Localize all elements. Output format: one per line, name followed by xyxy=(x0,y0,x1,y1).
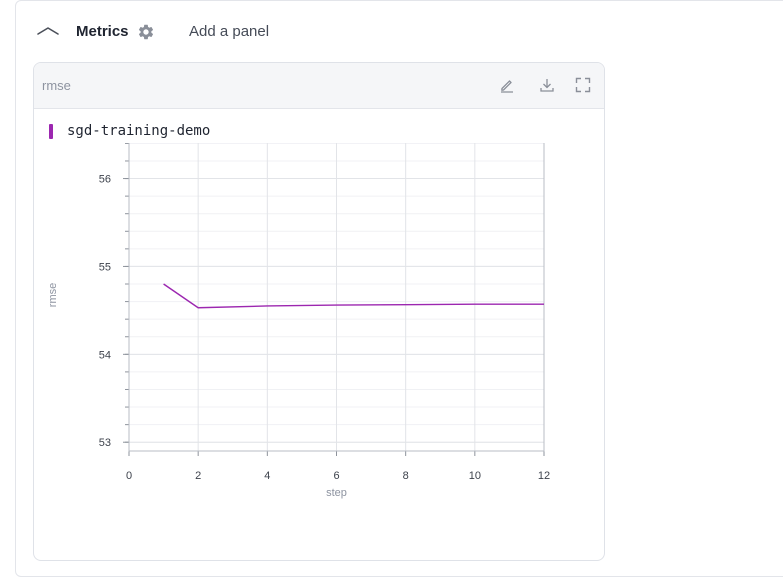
y-tick-label: 56 xyxy=(99,174,111,186)
x-tick-label: 10 xyxy=(469,470,481,482)
metrics-section: Metrics Add a panel rmse sgd-training-de… xyxy=(15,0,783,577)
x-tick-label: 4 xyxy=(264,470,270,482)
y-tick-label: 56.45 xyxy=(83,143,111,146)
legend-swatch xyxy=(49,124,53,139)
x-tick-label: 12 xyxy=(538,470,550,482)
series-line xyxy=(163,283,544,309)
gear-icon[interactable] xyxy=(137,23,155,41)
y-axis-label: rmse xyxy=(47,283,59,307)
download-icon[interactable] xyxy=(538,76,556,94)
panel-title: rmse xyxy=(42,78,71,93)
x-tick-label: 0 xyxy=(126,470,132,482)
chevron-up-icon[interactable] xyxy=(36,21,60,41)
x-tick-label: 6 xyxy=(333,470,339,482)
add-panel-button[interactable]: Add a panel xyxy=(189,23,269,40)
section-header: Metrics Add a panel xyxy=(16,1,783,63)
section-title: Metrics xyxy=(76,23,129,40)
x-tick-label: 8 xyxy=(403,470,409,482)
pencil-icon[interactable] xyxy=(498,76,516,94)
chart-panel: rmse sgd-training-demo 53 54 55 56 0 2 4… xyxy=(33,62,605,561)
y-tick-label: 55 xyxy=(99,261,111,273)
panel-header: rmse xyxy=(34,63,604,109)
legend-series-label: sgd-training-demo xyxy=(67,123,211,139)
y-tick-label: 53 xyxy=(99,437,111,449)
x-axis-label: step xyxy=(326,487,347,499)
expand-icon[interactable] xyxy=(574,76,592,94)
x-tick-label: 2 xyxy=(195,470,201,482)
y-tick-label: 54 xyxy=(99,349,111,361)
rmse-line-chart: 53 54 55 56 56.45 0 2 4 6 8 10 12 step rmse xyxy=(47,143,550,499)
